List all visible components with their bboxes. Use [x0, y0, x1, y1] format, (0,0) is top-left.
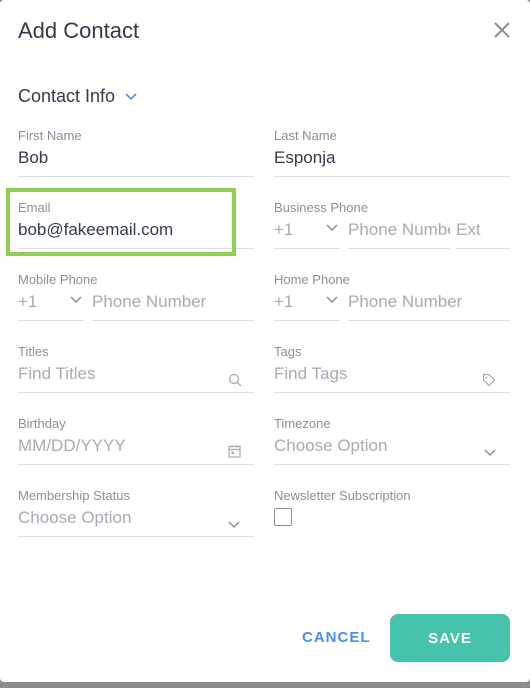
titles-label: Titles	[18, 344, 49, 359]
email-highlight-box	[6, 188, 236, 256]
timezone-select[interactable]: Timezone Choose Option	[274, 416, 510, 472]
first-name-label: First Name	[18, 128, 82, 143]
last-name-field[interactable]: Last Name Esponja	[274, 128, 510, 184]
divider	[18, 536, 254, 537]
business-phone-country-code-select[interactable]: +1	[274, 220, 340, 249]
mobile-phone-placeholder: Phone Number	[92, 292, 207, 311]
home-phone-placeholder: Phone Number	[348, 292, 463, 311]
first-name-field[interactable]: First Name Bob	[18, 128, 254, 184]
tags-input[interactable]: Find Tags	[274, 364, 347, 384]
country-code-value: +1	[274, 220, 294, 239]
modal-title: Add Contact	[18, 18, 140, 43]
last-name-label: Last Name	[274, 128, 337, 143]
contact-info-section-toggle[interactable]: Contact Info	[18, 86, 137, 107]
membership-status-label: Membership Status	[18, 488, 130, 503]
divider	[18, 176, 254, 177]
chevron-down-icon	[70, 296, 82, 304]
first-name-input[interactable]: Bob	[18, 148, 48, 168]
chevron-down-icon	[326, 296, 338, 304]
titles-input[interactable]: Find Titles	[18, 364, 95, 384]
membership-status-value: Choose Option	[18, 508, 132, 527]
birthday-input[interactable]: MM/DD/YYYY	[18, 436, 126, 456]
home-phone-country-code-select[interactable]: +1	[274, 292, 340, 321]
divider	[274, 248, 340, 249]
ext-placeholder: Ext	[456, 220, 481, 239]
divider	[274, 320, 340, 321]
chevron-down-icon	[125, 92, 137, 100]
birthday-label: Birthday	[18, 416, 66, 431]
membership-status-select[interactable]: Membership Status Choose Option	[18, 488, 254, 544]
last-name-input[interactable]: Esponja	[274, 148, 335, 168]
mobile-phone-label: Mobile Phone	[18, 272, 98, 287]
country-code-value: +1	[274, 292, 294, 311]
divider	[92, 320, 254, 321]
titles-field[interactable]: Titles Find Titles	[18, 344, 254, 400]
divider	[274, 392, 510, 393]
mobile-phone-field: Mobile Phone +1 Phone Number	[18, 272, 254, 328]
mobile-phone-country-code-select[interactable]: +1	[18, 292, 84, 321]
business-phone-field: Business Phone +1 Phone Number Ext	[274, 200, 510, 256]
newsletter-label: Newsletter Subscription	[274, 488, 411, 503]
timezone-value: Choose Option	[274, 436, 388, 455]
divider	[18, 392, 254, 393]
divider	[274, 464, 510, 465]
divider	[18, 320, 84, 321]
chevron-down-icon	[326, 224, 338, 232]
divider	[348, 320, 510, 321]
home-phone-input[interactable]: Phone Number	[348, 292, 510, 321]
tags-label: Tags	[274, 344, 302, 359]
add-contact-modal: Add Contact Contact Info First Name Bob …	[0, 0, 530, 682]
newsletter-field: Newsletter Subscription	[274, 488, 510, 544]
mobile-phone-input[interactable]: Phone Number	[92, 292, 254, 321]
cancel-button[interactable]: CANCEL	[302, 629, 371, 646]
divider	[274, 176, 510, 177]
business-phone-label: Business Phone	[274, 200, 368, 215]
chevron-down-icon	[228, 521, 240, 529]
chevron-down-icon	[484, 449, 496, 457]
home-phone-label: Home Phone	[274, 272, 350, 287]
calendar-icon	[228, 445, 241, 458]
tags-field[interactable]: Tags Find Tags	[274, 344, 510, 400]
close-icon[interactable]	[490, 18, 514, 42]
section-title: Contact Info	[18, 86, 116, 106]
divider	[18, 464, 254, 465]
birthday-field[interactable]: Birthday MM/DD/YYYY	[18, 416, 254, 472]
save-button[interactable]: SAVE	[390, 614, 510, 662]
home-phone-field: Home Phone +1 Phone Number	[274, 272, 510, 328]
timezone-label: Timezone	[274, 416, 331, 431]
country-code-value: +1	[18, 292, 38, 311]
divider	[456, 248, 510, 249]
divider	[348, 248, 450, 249]
search-icon	[228, 373, 242, 387]
tag-icon	[482, 373, 496, 387]
business-phone-placeholder: Phone Number	[348, 220, 450, 239]
business-phone-ext-input[interactable]: Ext	[456, 220, 510, 249]
newsletter-checkbox[interactable]	[274, 508, 292, 526]
business-phone-input[interactable]: Phone Number	[348, 220, 450, 249]
